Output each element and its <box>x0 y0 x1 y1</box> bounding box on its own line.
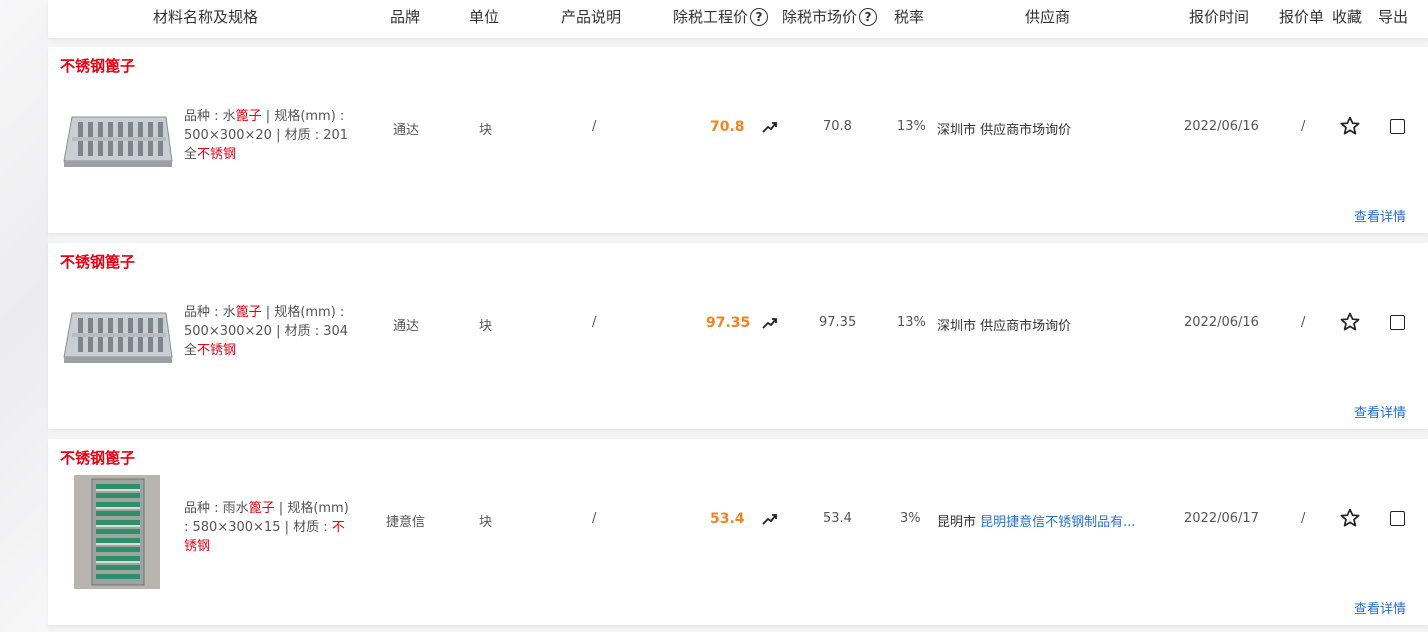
trend-chart-icon[interactable] <box>762 121 778 133</box>
header-quote-sheet: 报价单 <box>1279 8 1325 26</box>
tax-rate-value: 3% <box>900 511 921 526</box>
header-unit: 单位 <box>469 8 500 26</box>
export-checkbox[interactable] <box>1390 511 1405 526</box>
table-row: 不锈钢篦子 品种 : 雨水篦子 | 规格(mm) : 580×300×15 | … <box>48 439 1428 625</box>
market-price-value: 70.8 <box>823 119 852 134</box>
table-row: 不锈钢篦子 品种 : 水篦子 | 规格(mm) : 500×300×20 | 材… <box>48 47 1428 233</box>
supplier-city: 昆明市 <box>937 515 977 530</box>
quote-sheet-value: / <box>1301 511 1306 526</box>
material-title[interactable]: 不锈钢篦子 <box>60 55 135 76</box>
header-description: 产品说明 <box>561 8 622 26</box>
material-spec: 品种 : 水篦子 | 规格(mm) : 500×300×20 | 材质 : 20… <box>184 109 349 162</box>
view-details-link[interactable]: 查看详情 <box>1354 206 1406 225</box>
supplier-value: 昆明市 昆明捷意信不锈钢制品有... <box>937 511 1136 530</box>
supplier-name-link[interactable]: 昆明捷意信不锈钢制品有... <box>980 515 1135 530</box>
header-favorite: 收藏 <box>1332 8 1363 26</box>
brand-value: 捷意信 <box>386 515 426 530</box>
unit-value: 块 <box>479 123 493 138</box>
quote-time-value: 2022/06/16 <box>1184 119 1259 134</box>
stainless-grate-flat-icon[interactable] <box>62 305 174 365</box>
engineering-price-value: 53.4 <box>710 511 745 527</box>
engineering-price-value: 97.35 <box>706 315 751 331</box>
quote-time-value: 2022/06/17 <box>1184 511 1259 526</box>
market-price-value: 53.4 <box>823 511 852 526</box>
star-icon[interactable] <box>1340 508 1360 528</box>
quote-sheet-value: / <box>1301 119 1306 134</box>
header-quote-time: 报价时间 <box>1189 8 1250 26</box>
header-market-price[interactable]: 除税市场价 ? <box>782 6 878 27</box>
export-checkbox[interactable] <box>1390 119 1405 134</box>
trend-chart-icon[interactable] <box>762 317 778 329</box>
unit-value: 块 <box>479 515 493 530</box>
view-details-link[interactable]: 查看详情 <box>1354 598 1406 617</box>
engineering-price-value: 70.8 <box>710 119 745 135</box>
header-export: 导出 <box>1378 8 1409 26</box>
table-row: 不锈钢篦子 品种 : 水篦子 | 规格(mm) : 500×300×20 | 材… <box>48 243 1428 429</box>
quote-sheet-value: / <box>1301 315 1306 330</box>
header-tax-rate: 税率 <box>894 8 925 26</box>
supplier-value: 深圳市 供应商市场询价 <box>937 315 1071 334</box>
header-name-spec: 材料名称及规格 <box>153 8 259 26</box>
material-spec: 品种 : 雨水篦子 | 规格(mm) : 580×300×15 | 材质 : 不… <box>184 501 349 554</box>
help-icon[interactable]: ? <box>750 7 769 26</box>
unit-value: 块 <box>479 319 493 334</box>
header-supplier: 供应商 <box>1025 8 1071 26</box>
view-details-link[interactable]: 查看详情 <box>1354 402 1406 421</box>
brand-value: 通达 <box>393 123 420 138</box>
table-header: 材料名称及规格 品牌 单位 产品说明 除税工程价 ? 除税市场价 ? 税率 供应… <box>48 0 1428 38</box>
market-price-value: 97.35 <box>819 315 857 330</box>
trend-chart-icon[interactable] <box>762 513 778 525</box>
header-engineering-price-label: 除税工程价 <box>673 8 749 26</box>
description-value: / <box>592 511 597 526</box>
material-title[interactable]: 不锈钢篦子 <box>60 251 135 272</box>
stainless-grate-flat-icon[interactable] <box>62 109 174 169</box>
supplier-city: 深圳市 <box>937 123 977 138</box>
export-checkbox[interactable] <box>1390 315 1405 330</box>
supplier-value: 深圳市 供应商市场询价 <box>937 119 1071 138</box>
supplier-name: 供应商市场询价 <box>980 123 1072 138</box>
header-brand: 品牌 <box>390 8 421 26</box>
help-icon[interactable]: ? <box>859 7 878 26</box>
supplier-name: 供应商市场询价 <box>980 319 1072 334</box>
star-icon[interactable] <box>1340 116 1360 136</box>
material-spec: 品种 : 水篦子 | 规格(mm) : 500×300×20 | 材质 : 30… <box>184 305 349 358</box>
stainless-grate-green-photo-icon[interactable] <box>74 475 160 589</box>
supplier-city: 深圳市 <box>937 319 977 334</box>
header-market-price-label: 除税市场价 <box>782 8 858 26</box>
tax-rate-value: 13% <box>897 315 926 330</box>
material-title[interactable]: 不锈钢篦子 <box>60 447 135 468</box>
description-value: / <box>592 119 597 134</box>
star-icon[interactable] <box>1340 312 1360 332</box>
quote-time-value: 2022/06/16 <box>1184 315 1259 330</box>
tax-rate-value: 13% <box>897 119 926 134</box>
brand-value: 通达 <box>393 319 420 334</box>
description-value: / <box>592 315 597 330</box>
header-engineering-price[interactable]: 除税工程价 ? <box>673 6 769 27</box>
page-background-decoration <box>0 0 48 632</box>
